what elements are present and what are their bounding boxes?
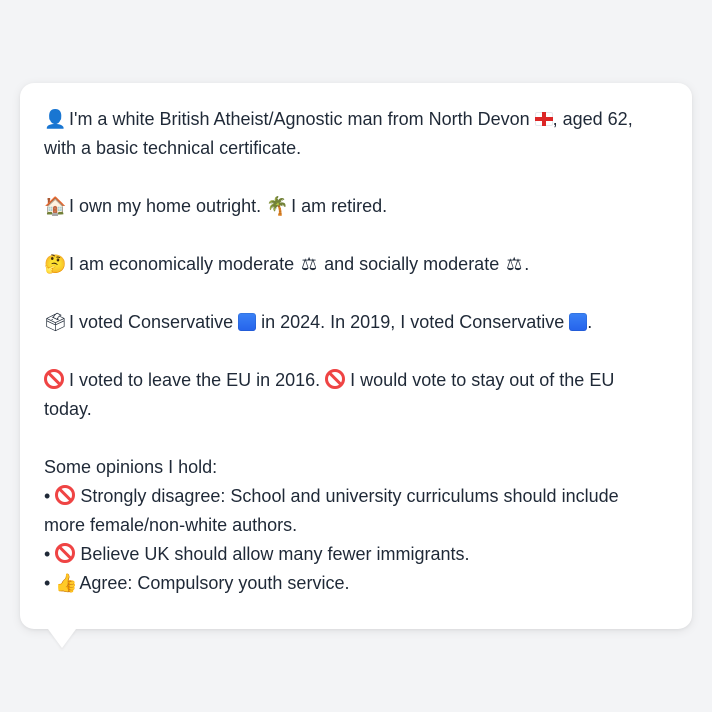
opinions-heading: Some opinions I hold: [44, 457, 218, 477]
eu-today-text: I would vote to stay out of the EU [345, 370, 615, 390]
house-icon: 🏠 [44, 196, 67, 217]
opinion-item: • Believe UK should allow many fewer imm… [44, 540, 668, 569]
thinking-face-icon: 🤔 [44, 254, 67, 275]
retired-text: I am retired. [286, 196, 388, 216]
bullet: • [44, 486, 51, 506]
eu-line-continued: today. [44, 399, 92, 419]
eu-line: I voted to leave the EU in 2016. I would… [44, 366, 668, 395]
bullet: • [44, 573, 51, 593]
opinion-text: Believe UK should allow many fewer immig… [75, 544, 470, 564]
prohibited-icon [44, 369, 64, 389]
eu-2016-text: I voted to leave the EU in 2016. [64, 370, 326, 390]
intro-line: 👤 I'm a white British Atheist/Agnostic m… [44, 105, 668, 134]
prohibited-icon [325, 369, 346, 389]
economic-text: I am economically moderate [64, 254, 300, 274]
blue-square-icon [569, 313, 588, 331]
intro-education: with a basic technical certificate. [44, 138, 302, 158]
home-text: I own my home outright. [64, 196, 267, 216]
opinion-text: Strongly disagree: School and university… [75, 486, 619, 506]
opinion-item-continued: more female/non-white authors. [44, 515, 298, 535]
intro-age: , aged 62, [552, 109, 633, 129]
vote-2024-text: I voted Conservative [64, 312, 239, 332]
blue-square-icon [238, 313, 257, 331]
opinion-item: • 👍 Agree: Compulsory youth service. [44, 569, 668, 598]
prohibited-icon [55, 485, 76, 505]
vote-2019-text: in 2024. In 2019, I voted Conservative [256, 312, 570, 332]
scales-icon: ⚖ [506, 254, 523, 275]
prohibited-icon [55, 543, 76, 563]
social-text: and socially moderate [319, 254, 505, 274]
scales-icon: ⚖ [301, 254, 318, 275]
chat-bubble-tail [48, 629, 76, 648]
votes-line: 🗳 I voted Conservative in 2024. In 2019,… [44, 308, 668, 337]
bullet: • [44, 544, 51, 564]
politics-end: . [524, 254, 530, 274]
intro-text: I'm a white British Atheist/Agnostic man… [64, 109, 535, 129]
ballot-box-icon: 🗳 [44, 312, 67, 333]
votes-end: . [587, 312, 593, 332]
person-silhouette-icon: 👤 [44, 109, 67, 130]
home-line: 🏠 I own my home outright. 🌴 I am retired… [44, 192, 668, 221]
england-flag-icon [534, 112, 553, 126]
politics-line: 🤔 I am economically moderate ⚖ and socia… [44, 250, 668, 279]
thumbs-up-icon: 👍 [55, 573, 78, 594]
opinion-item: • Strongly disagree: School and universi… [44, 482, 668, 511]
opinion-text: Agree: Compulsory youth service. [75, 573, 350, 593]
chat-bubble: 👤 I'm a white British Atheist/Agnostic m… [20, 83, 692, 629]
palm-tree-icon: 🌴 [266, 196, 289, 217]
